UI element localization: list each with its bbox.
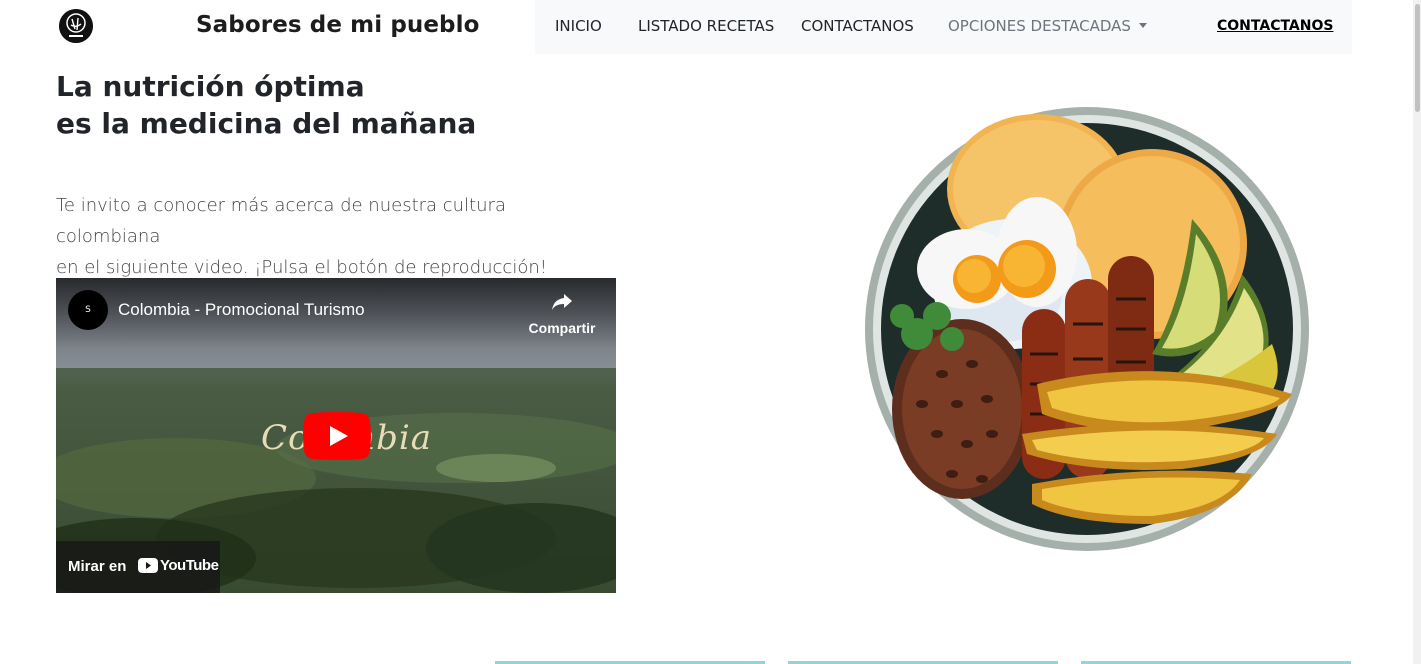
youtube-video-embed[interactable]: S Colombia - Promocional Turismo Compart… [56,278,616,593]
channel-avatar[interactable]: S [68,290,108,330]
nav-dropdown-opciones-destacadas[interactable]: OPCIONES DESTACADAS [948,17,1147,35]
youtube-wordmark: YouTube [160,557,219,574]
main-navbar: INICIO LISTADO RECETAS CONTACTANOS OPCIO… [535,0,1352,54]
intro-line-2: en el siguiente video. ¡Pulsa el botón d… [56,257,547,278]
page-scrollbar[interactable] [1413,0,1421,664]
intro-line-1: Te invito a conocer más acerca de nuestr… [56,195,506,247]
chevron-down-icon [1138,23,1147,28]
svg-text:S: S [85,305,91,315]
nav-item-contactanos[interactable]: CONTACTANOS [801,17,914,35]
site-title[interactable]: Sabores de mi pueblo [196,12,480,38]
watch-on-label: Mirar en [68,558,127,575]
hero-intro: Te invito a conocer más acerca de nuestr… [56,190,596,283]
video-title[interactable]: Colombia - Promocional Turismo [118,300,365,320]
nav-dropdown-label: OPCIONES DESTACADAS [948,17,1131,35]
headline-line-1: La nutrición óptima [56,70,365,103]
nav-item-inicio[interactable]: INICIO [555,17,602,35]
scrollbar-thumb[interactable] [1415,4,1420,112]
bandeja-paisa-plate-illustration [865,107,1309,551]
youtube-logo-icon [138,558,158,573]
chef-logo-icon[interactable] [59,9,93,43]
hero-headline: La nutrición óptima es la medicina del m… [56,68,476,142]
contact-cta-link[interactable]: CONTACTANOS [1217,18,1333,34]
share-button[interactable]: Compartir [524,292,600,336]
headline-line-2: es la medicina del mañana [56,107,477,140]
play-button[interactable] [303,412,371,460]
page: Sabores de mi pueblo INICIO LISTADO RECE… [0,0,1421,664]
nav-item-listado-recetas[interactable]: LISTADO RECETAS [638,17,774,35]
share-icon [552,294,572,310]
play-icon [303,412,371,460]
watch-on-youtube-button[interactable]: Mirar en YouTube [56,541,220,593]
share-label: Compartir [528,320,596,336]
